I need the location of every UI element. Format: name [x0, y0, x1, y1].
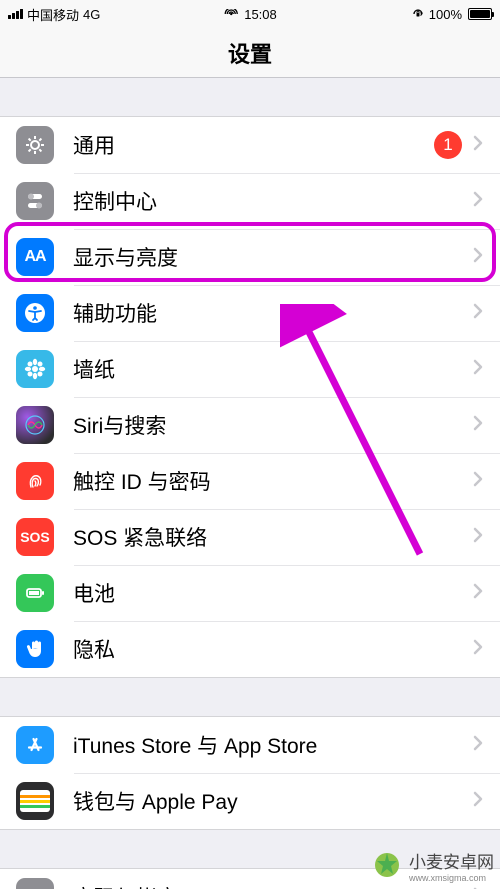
network-label: 4G: [83, 7, 100, 22]
row-label: Siri与搜索: [73, 410, 472, 440]
status-center: 15:08: [223, 7, 277, 22]
notification-badge: 1: [434, 131, 462, 159]
row-itunes[interactable]: iTunes Store 与 App Store: [0, 716, 500, 773]
sos-icon: SOS: [16, 518, 54, 556]
watermark-logo-icon: [369, 847, 405, 883]
status-left: 中国移动 4G: [8, 5, 100, 24]
row-label: 显示与亮度: [73, 242, 472, 272]
accessibility-icon: [16, 294, 54, 332]
row-label: iTunes Store 与 App Store: [73, 730, 472, 760]
row-label: 墙纸: [73, 354, 472, 384]
row-label: 辅助功能: [73, 298, 472, 328]
row-accessibility[interactable]: 辅助功能: [0, 285, 500, 341]
row-battery[interactable]: 电池: [0, 565, 500, 621]
chevron-right-icon: [472, 302, 484, 325]
orientation-lock-icon: [411, 7, 425, 21]
chevron-right-icon: [472, 582, 484, 605]
row-touchid[interactable]: 触控 ID 与密码: [0, 453, 500, 509]
page-title: 设置: [228, 37, 272, 69]
siri-icon: [16, 406, 54, 444]
chevron-right-icon: [472, 734, 484, 757]
watermark: 小麦安卓网 www.xmsigma.com: [369, 847, 494, 883]
settings-scroll[interactable]: 通用1控制中心AA显示与亮度辅助功能墙纸Siri与搜索触控 ID 与密码SOSS…: [0, 78, 500, 889]
battery-icon: [16, 574, 54, 612]
text-size-icon: AA: [16, 238, 54, 276]
row-display[interactable]: AA 显示与亮度: [0, 229, 500, 285]
row-label: 钱包与 Apple Pay: [73, 786, 472, 816]
row-label: 密码与帐户: [73, 882, 472, 889]
watermark-text: 小麦安卓网: [409, 848, 494, 873]
row-wallpaper[interactable]: 墙纸: [0, 341, 500, 397]
chevron-right-icon: [472, 790, 484, 813]
time-label: 15:08: [244, 7, 277, 22]
row-label: 电池: [73, 578, 472, 608]
chevron-right-icon: [472, 526, 484, 549]
row-label: 控制中心: [73, 186, 472, 216]
row-control-center[interactable]: 控制中心: [0, 173, 500, 229]
hotspot-icon: [223, 9, 239, 19]
fingerprint-icon: [16, 462, 54, 500]
watermark-url: www.xmsigma.com: [409, 873, 494, 883]
chevron-right-icon: [472, 638, 484, 661]
hand-icon: [16, 630, 54, 668]
status-bar: 中国移动 4G 15:08 100%: [0, 0, 500, 28]
row-general[interactable]: 通用1: [0, 116, 500, 173]
chevron-right-icon: [472, 886, 484, 889]
battery-icon: [466, 8, 492, 20]
chevron-right-icon: [472, 358, 484, 381]
carrier-label: 中国移动: [27, 5, 79, 24]
chevron-right-icon: [472, 246, 484, 269]
row-label: 触控 ID 与密码: [73, 466, 472, 496]
flower-icon: [16, 350, 54, 388]
toggles-icon: [16, 182, 54, 220]
row-sos[interactable]: SOS SOS 紧急联络: [0, 509, 500, 565]
chevron-right-icon: [472, 134, 484, 157]
nav-header: 设置: [0, 28, 500, 78]
chevron-right-icon: [472, 470, 484, 493]
watermark-text-wrap: 小麦安卓网 www.xmsigma.com: [409, 848, 494, 883]
row-label: SOS 紧急联络: [73, 522, 472, 552]
status-right: 100%: [411, 7, 492, 22]
wallet-icon: [16, 782, 54, 820]
row-privacy[interactable]: 隐私: [0, 621, 500, 678]
key-icon: [16, 878, 54, 889]
signal-icon: [8, 9, 23, 19]
battery-pct-label: 100%: [429, 7, 462, 22]
gear-icon: [16, 126, 54, 164]
chevron-right-icon: [472, 190, 484, 213]
row-label: 通用: [73, 130, 434, 160]
appstore-icon: [16, 726, 54, 764]
row-label: 隐私: [73, 634, 472, 664]
row-wallet[interactable]: 钱包与 Apple Pay: [0, 773, 500, 830]
chevron-right-icon: [472, 414, 484, 437]
row-siri[interactable]: Siri与搜索: [0, 397, 500, 453]
